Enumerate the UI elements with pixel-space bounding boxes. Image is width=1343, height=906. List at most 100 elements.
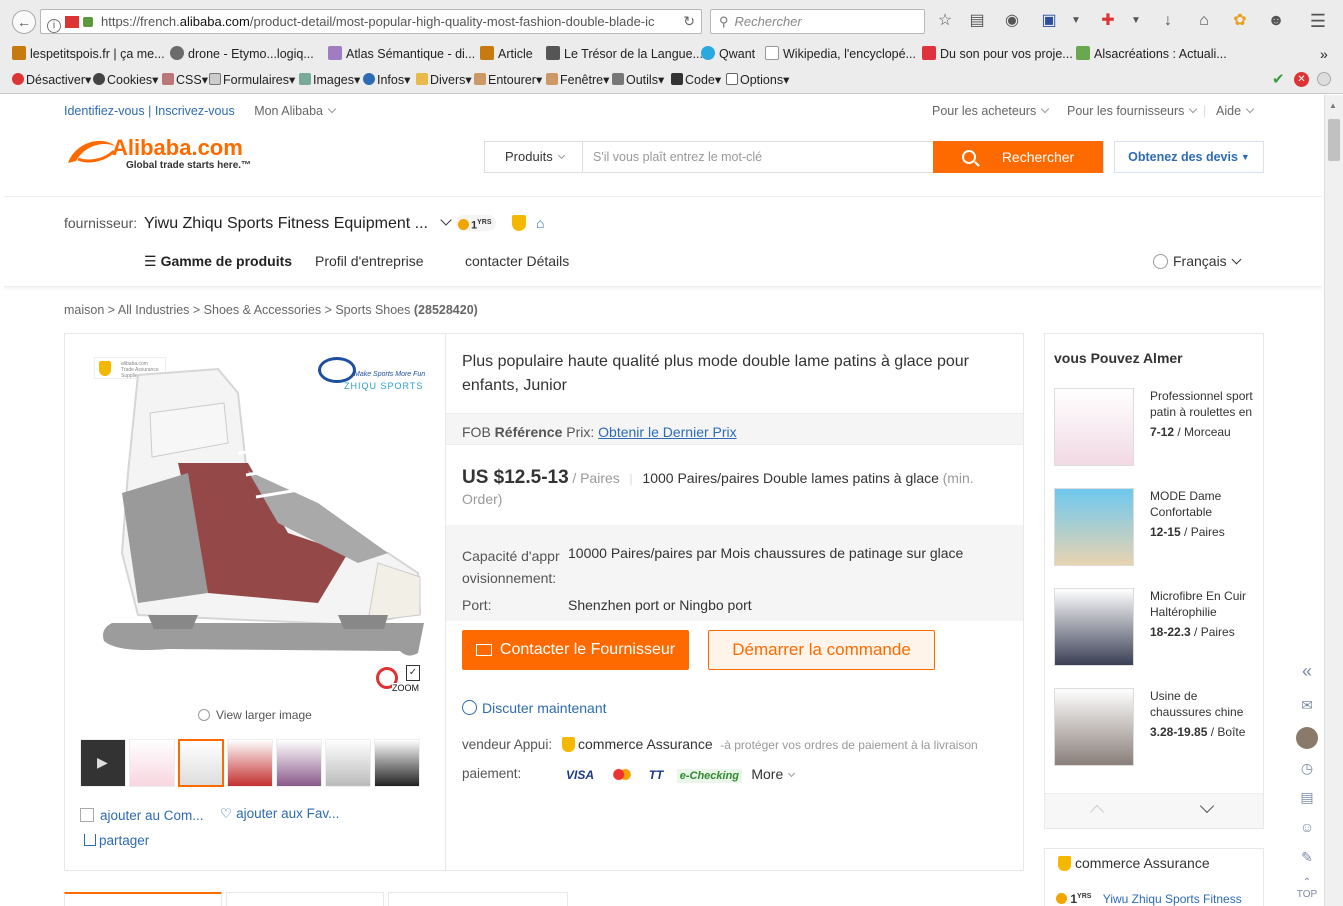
webdev-toolbar-item[interactable]: Fenêtre▾ [546, 71, 609, 89]
breadcrumb-home[interactable]: maison [64, 303, 104, 317]
webdev-toolbar-item[interactable]: Outils▾ [612, 71, 664, 89]
recommend-item-image[interactable] [1054, 388, 1134, 466]
alibaba-logo[interactable]: Alibaba.com Global trade starts here.™ [64, 135, 264, 179]
thumbnail-image[interactable] [276, 739, 322, 787]
webdev-toolbar-item[interactable]: Infos▾ [363, 71, 410, 89]
latest-price-link[interactable]: Obtenir le Dernier Prix [598, 424, 737, 440]
valid-check-icon[interactable]: ✔ [1272, 71, 1285, 89]
compare-checkbox[interactable]: ajouter au Com... [80, 808, 204, 823]
star-icon[interactable]: ☆ [935, 11, 955, 31]
dropdown-arrow-icon[interactable]: ▼ [1126, 11, 1146, 31]
back-icon[interactable]: ← [12, 10, 36, 34]
signin-link[interactable]: Identifiez-vous [64, 104, 145, 118]
bookmark-item[interactable]: Le Trésor de la Langue... [546, 44, 703, 64]
scroll-up-icon[interactable]: ▲ [1329, 101, 1337, 110]
messenger-icon[interactable]: ▤ [1296, 786, 1318, 808]
suppliers-menu[interactable]: Pour les fournisseurs [1067, 104, 1198, 118]
bookmark-item[interactable]: drone - Etymo...logiq... [170, 44, 314, 64]
search-category-select[interactable]: Produits [485, 142, 583, 172]
bookmark-item[interactable]: Alsacréations : Actuali... [1076, 44, 1227, 64]
buyers-menu[interactable]: Pour les acheteurs [932, 104, 1050, 118]
home-icon[interactable]: ⌂ [1194, 11, 1214, 31]
bookmark-item[interactable]: Du son pour vos proje... [922, 44, 1073, 64]
info-icon[interactable]: i [47, 19, 61, 33]
webdev-toolbar-item[interactable]: Images▾ [299, 71, 360, 89]
extension-icon[interactable]: ✿ [1230, 11, 1250, 31]
recommend-item[interactable]: MODE Dame Confortable 12-15 / Paires [1150, 488, 1260, 540]
get-quotes-button[interactable]: Obtenez des devis ▼ [1114, 141, 1264, 173]
avatar[interactable] [1296, 727, 1318, 749]
webdev-toolbar-item[interactable]: CSS▾ [162, 71, 208, 89]
webdev-toolbar-item[interactable]: Divers▾ [416, 71, 472, 89]
my-alibaba-link[interactable]: Mon Alibaba [254, 104, 323, 118]
recommend-item-image[interactable] [1054, 488, 1134, 566]
breadcrumb-industries[interactable]: All Industries [118, 303, 190, 317]
bookmark-item[interactable]: Qwant [701, 44, 755, 64]
webdev-toolbar-item[interactable]: Options▾ [726, 71, 789, 89]
contact-details-link[interactable]: contacter Détails [465, 253, 569, 269]
thumbnail-image[interactable] [227, 739, 273, 787]
reload-icon[interactable]: ↻ [683, 10, 695, 33]
language-select[interactable]: Français [1153, 253, 1242, 269]
survey-icon[interactable]: ✎ [1296, 846, 1318, 868]
breadcrumb-sports[interactable]: Sports Shoes [335, 303, 410, 317]
thumbnail-image[interactable] [129, 739, 175, 787]
scrollbar[interactable]: ▲ [1324, 95, 1343, 906]
products-menu[interactable]: ☰ Gamme de produits [144, 253, 292, 270]
webdev-toolbar-item[interactable]: Formulaires▾ [209, 71, 295, 89]
webdev-toolbar-item[interactable]: Cookies▾ [93, 71, 158, 89]
more-payment-link[interactable]: More [751, 766, 783, 782]
thumbnail-image-selected[interactable] [178, 739, 224, 787]
reading-list-icon[interactable]: ▤ [967, 11, 987, 31]
register-link[interactable]: Inscrivez-vous [155, 104, 235, 118]
start-order-button[interactable]: Démarrer la commande [708, 630, 935, 670]
thumbnail-video[interactable]: ▶ [80, 739, 126, 787]
mail-icon[interactable]: ✉ [1296, 694, 1318, 716]
share-link[interactable]: partager [84, 833, 149, 848]
company-profile-link[interactable]: Profil d'entreprise [315, 253, 424, 269]
detail-tab-active[interactable] [64, 892, 222, 906]
download-icon[interactable]: ↓ [1158, 11, 1178, 31]
recommend-item[interactable]: Professionnel sport patin à roulettes en… [1150, 388, 1260, 440]
url-bar[interactable]: i https://french.alibaba.com/product-deta… [40, 9, 702, 34]
webdev-toolbar-item[interactable]: Désactiver▾ [12, 71, 91, 89]
collapse-icon[interactable]: « [1296, 660, 1318, 682]
browser-search-input[interactable]: ⚲ Rechercher [710, 9, 925, 34]
webdev-toolbar-item[interactable]: Entourer▾ [474, 71, 542, 89]
bookmark-item[interactable]: lespetitspois.fr | ça me... [12, 44, 165, 64]
bookmark-item[interactable]: Article [480, 44, 533, 64]
recommend-item-image[interactable] [1054, 688, 1134, 766]
menu-icon[interactable]: ☰ [1308, 11, 1328, 31]
blocked-icon[interactable] [65, 16, 79, 28]
recommend-item[interactable]: Microfibre En Cuir Haltérophilie 18-22.3 … [1150, 588, 1260, 640]
assurance-company-link[interactable]: Yiwu Zhiqu Sports Fitness [1103, 892, 1242, 906]
error-close-icon[interactable]: ✕ [1294, 72, 1309, 87]
search-input[interactable]: S'il vous plaît entrez le mot-clé [593, 142, 933, 172]
bookmarks-overflow-icon[interactable]: » [1320, 44, 1328, 64]
first-aid-icon[interactable]: ✚ [1098, 11, 1118, 31]
trade-assurance-icon[interactable] [512, 215, 526, 231]
favorite-link[interactable]: ♡ ajouter aux Fav... [220, 806, 339, 822]
scrollbar-thumb[interactable] [1328, 119, 1340, 161]
detail-tab[interactable] [226, 892, 384, 906]
recommend-item-image[interactable] [1054, 588, 1134, 666]
search-button[interactable]: Rechercher [933, 141, 1103, 173]
view-larger-link[interactable]: View larger image [198, 708, 312, 722]
bookmark-item[interactable]: Atlas Sémantique - di... [328, 44, 475, 64]
supplier-name-dropdown[interactable]: Yiwu Zhiqu Sports Fitness Equipment ... [144, 214, 452, 233]
breadcrumb-shoes[interactable]: Shoes & Accessories [204, 303, 321, 317]
thumbnail-image[interactable] [325, 739, 371, 787]
detail-tab[interactable] [388, 892, 568, 906]
back-to-top-button[interactable]: ⌃ TOP [1296, 873, 1318, 903]
save-icon[interactable]: ▣ [1039, 11, 1059, 31]
bookmark-item[interactable]: Wikipedia, l'encyclopé... [765, 44, 916, 64]
profile-icon[interactable]: ☻ [1266, 11, 1286, 31]
pocket-icon[interactable]: ◉ [1002, 11, 1022, 31]
contact-supplier-button[interactable]: Contacter le Fournisseur [462, 630, 689, 670]
zoom-badge[interactable]: ✓ ZOOM [374, 665, 430, 695]
chat-now-link[interactable]: Discuter maintenant [462, 700, 607, 716]
webdev-toolbar-item[interactable]: Code▾ [671, 71, 721, 89]
verified-house-icon[interactable]: ⌂ [536, 215, 552, 231]
dropdown-arrow-icon[interactable]: ▼ [1066, 11, 1086, 31]
thumbnail-image[interactable] [374, 739, 420, 787]
